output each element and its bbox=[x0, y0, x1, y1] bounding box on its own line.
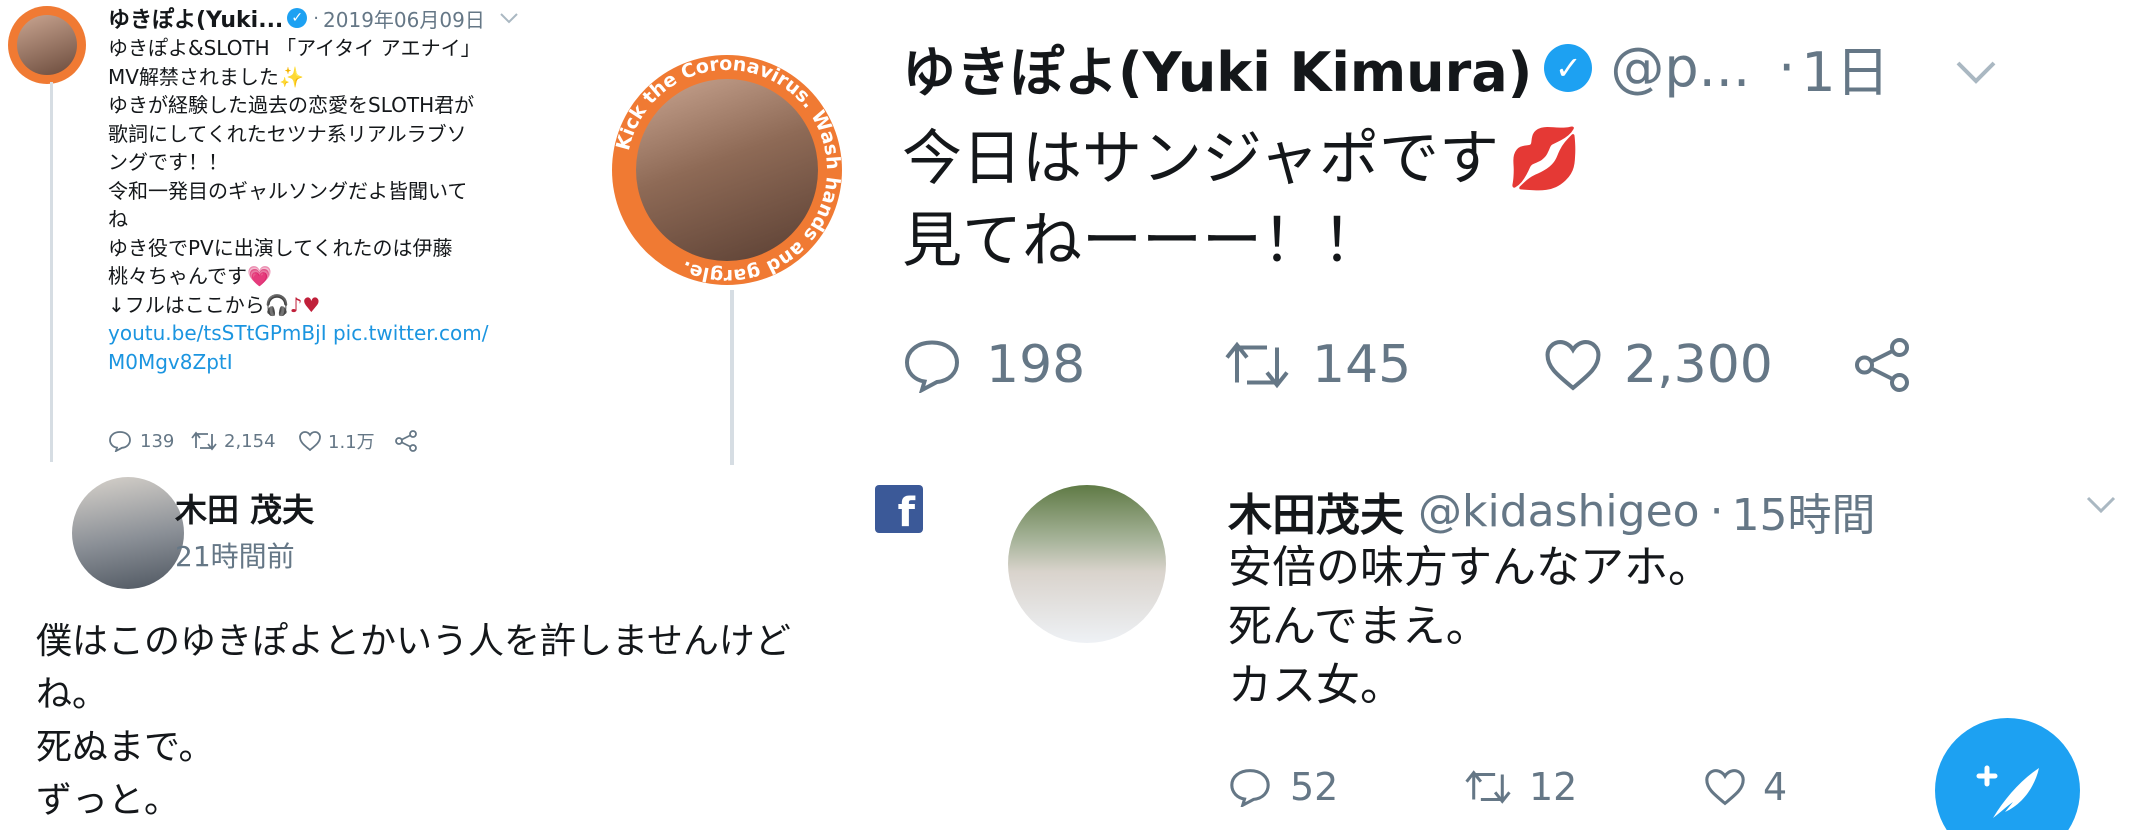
author-handle[interactable]: @kidashigeo bbox=[1418, 486, 1700, 537]
tweet-header: ゆきぽよ(Yuki... ✓ · 2019年06月09日 bbox=[108, 2, 519, 34]
lips-emoji-icon: 💋 bbox=[1507, 124, 1582, 194]
tweet-link[interactable]: M0Mgv8ZptI bbox=[108, 348, 538, 377]
author-avatar[interactable] bbox=[8, 6, 86, 84]
profile-photo bbox=[636, 79, 818, 261]
retweet-icon bbox=[1225, 341, 1289, 389]
separator: · bbox=[1709, 485, 1724, 537]
reply-icon bbox=[109, 431, 131, 452]
tweet-line: カス女。 bbox=[1228, 660, 1404, 711]
tweet-actions: 198 145 2,300 bbox=[902, 335, 1912, 395]
thread-line bbox=[730, 290, 734, 465]
share-icon bbox=[395, 430, 417, 452]
author-name[interactable]: 木田茂夫 bbox=[1228, 479, 1404, 543]
chevron-down-icon[interactable] bbox=[1954, 36, 1998, 99]
reply-count: 52 bbox=[1290, 765, 1339, 809]
share-button[interactable] bbox=[394, 430, 418, 452]
retweet-count: 12 bbox=[1529, 765, 1578, 809]
like-icon bbox=[1705, 769, 1745, 806]
tweet-line: 安倍の味方すんなアホ。 bbox=[1228, 542, 1712, 593]
tweet-line: ↓フルはここから🎧♪♥ bbox=[108, 292, 321, 317]
tweet-line: 令和一発目のギャルソングだよ皆聞いて bbox=[108, 178, 468, 203]
verified-badge-icon: ✓ bbox=[1544, 43, 1593, 92]
like-count: 1.1万 bbox=[328, 432, 375, 453]
tweet-line: 今日はサンジャポです 💋 bbox=[902, 124, 1582, 194]
tweet-line: 桃々ちゃんです💗 bbox=[108, 264, 272, 288]
reply-icon bbox=[904, 340, 960, 393]
retweet-button[interactable]: 12 bbox=[1463, 765, 1703, 809]
chevron-down-icon[interactable] bbox=[2085, 495, 2117, 519]
tweet-line: ングです！！ bbox=[108, 150, 228, 174]
tweet-header: ゆきぽよ(Yuki Kimura) ✓ @p... · 1日 bbox=[902, 28, 1998, 107]
author-avatar-badge[interactable]: Kick the Coronavirus. Wash hands and gar… bbox=[612, 55, 842, 285]
post-time[interactable]: 21時間前 bbox=[175, 535, 295, 575]
separator: · bbox=[313, 7, 320, 29]
tweet-date[interactable]: 2019年06月09日 bbox=[323, 4, 485, 33]
tweet-text: ゆきぽよ&SLOTH 「アイタイ アエナイ」 MV解禁されました✨ ゆきが経験し… bbox=[108, 34, 538, 376]
tweet-line: 死んでまえ。 bbox=[1228, 601, 1490, 652]
post-line: ね。 bbox=[36, 674, 109, 715]
post-line: 僕はこのゆきぽよとかいう人を許しませんけど bbox=[36, 621, 791, 662]
reply-button[interactable]: 139 bbox=[108, 430, 190, 452]
retweet-count: 145 bbox=[1312, 335, 1412, 395]
post-line: 死ぬまで。 bbox=[36, 727, 215, 768]
like-count: 2,300 bbox=[1624, 335, 1773, 395]
author-avatar[interactable] bbox=[72, 477, 184, 589]
reply-icon bbox=[1230, 769, 1270, 807]
separator: · bbox=[1778, 36, 1796, 99]
chevron-down-icon[interactable] bbox=[499, 6, 519, 31]
tweet-card-sunjapo[interactable]: Kick the Coronavirus. Wash hands and gar… bbox=[612, 0, 2132, 465]
facebook-icon: f bbox=[875, 485, 923, 536]
share-button[interactable] bbox=[1852, 337, 1912, 393]
author-name[interactable]: ゆきぽよ(Yuki... bbox=[108, 2, 283, 34]
tweet-header: 木田茂夫 @kidashigeo · 15時間 bbox=[1228, 479, 1876, 543]
tweet-line: 見てねーーー！！ bbox=[902, 206, 1382, 276]
retweet-button[interactable]: 2,154 bbox=[190, 430, 298, 452]
compose-tweet-icon bbox=[1976, 765, 2039, 818]
tweet-line: ゆき役でPVに出演してくれたのは伊藤 bbox=[108, 235, 453, 260]
post-text: 僕はこのゆきぽよとかいう人を許しませんけど ね。 死ぬまで。 ずっと。 bbox=[36, 615, 791, 827]
tweet-text: 安倍の味方すんなアホ。 死んでまえ。 カス女。 bbox=[1228, 538, 1712, 715]
tweet-time[interactable]: 1日 bbox=[1801, 28, 1889, 107]
headphones-music-emoji-icon: 🎧♪♥ bbox=[264, 292, 321, 317]
retweet-button[interactable]: 145 bbox=[1222, 335, 1542, 395]
facebook-post[interactable]: 木田 茂夫 21時間前 f 僕はこのゆきぽよとかいう人を許しませんけど ね。 死… bbox=[0, 465, 930, 830]
tweet-actions: 139 2,154 1.1万 bbox=[108, 428, 418, 454]
retweet-count: 2,154 bbox=[224, 430, 276, 452]
post-line: ずっと。 bbox=[36, 780, 181, 821]
tweet-line: ゆきが経験した過去の恋愛をSLOTH君が bbox=[108, 93, 475, 117]
tweet-line: ね bbox=[108, 207, 128, 231]
reply-count: 139 bbox=[140, 430, 175, 452]
like-icon bbox=[1545, 340, 1601, 391]
tweet-line: MV解禁されました✨ bbox=[108, 64, 304, 89]
like-count: 4 bbox=[1763, 765, 1788, 809]
tweet-time[interactable]: 15時間 bbox=[1732, 479, 1876, 543]
tweet-line: 歌詞にしてくれたセツナ系リアルラブソ bbox=[108, 121, 467, 146]
share-icon bbox=[1855, 338, 1909, 392]
like-icon bbox=[299, 431, 321, 452]
reply-button[interactable]: 198 bbox=[902, 335, 1222, 395]
like-button[interactable]: 4 bbox=[1703, 765, 1787, 809]
tweet-link[interactable]: youtu.be/tsSTtGPmBjI pic.twitter.com/ bbox=[108, 319, 538, 348]
retweet-icon bbox=[1465, 770, 1511, 804]
compose-tweet-button[interactable] bbox=[1935, 718, 2080, 830]
tweet-card-kida[interactable]: 木田茂夫 @kidashigeo · 15時間 安倍の味方すんなアホ。 死んでま… bbox=[930, 465, 2132, 830]
heart-emoji-icon: 💗 bbox=[247, 264, 272, 288]
verified-badge-icon: ✓ bbox=[287, 8, 308, 28]
tweet-line: ゆきぽよ&SLOTH 「アイタイ アエナイ」 bbox=[108, 36, 481, 60]
tweet-text: 今日はサンジャポです 💋 見てねーーー！！ bbox=[902, 118, 1582, 282]
like-button[interactable]: 2,300 bbox=[1542, 335, 1852, 395]
retweet-icon bbox=[191, 431, 217, 451]
reply-button[interactable]: 52 bbox=[1228, 765, 1463, 809]
thread-line bbox=[50, 82, 53, 462]
reply-count: 198 bbox=[986, 335, 1086, 395]
sparkles-emoji-icon: ✨ bbox=[278, 64, 304, 89]
author-name[interactable]: ゆきぽよ(Yuki Kimura) bbox=[902, 28, 1532, 107]
author-avatar[interactable] bbox=[1008, 485, 1166, 643]
author-name[interactable]: 木田 茂夫 bbox=[175, 485, 314, 531]
tweet-actions: 52 12 4 bbox=[1228, 765, 1787, 809]
author-handle[interactable]: @p... bbox=[1610, 36, 1750, 99]
like-button[interactable]: 1.1万 bbox=[298, 428, 394, 454]
